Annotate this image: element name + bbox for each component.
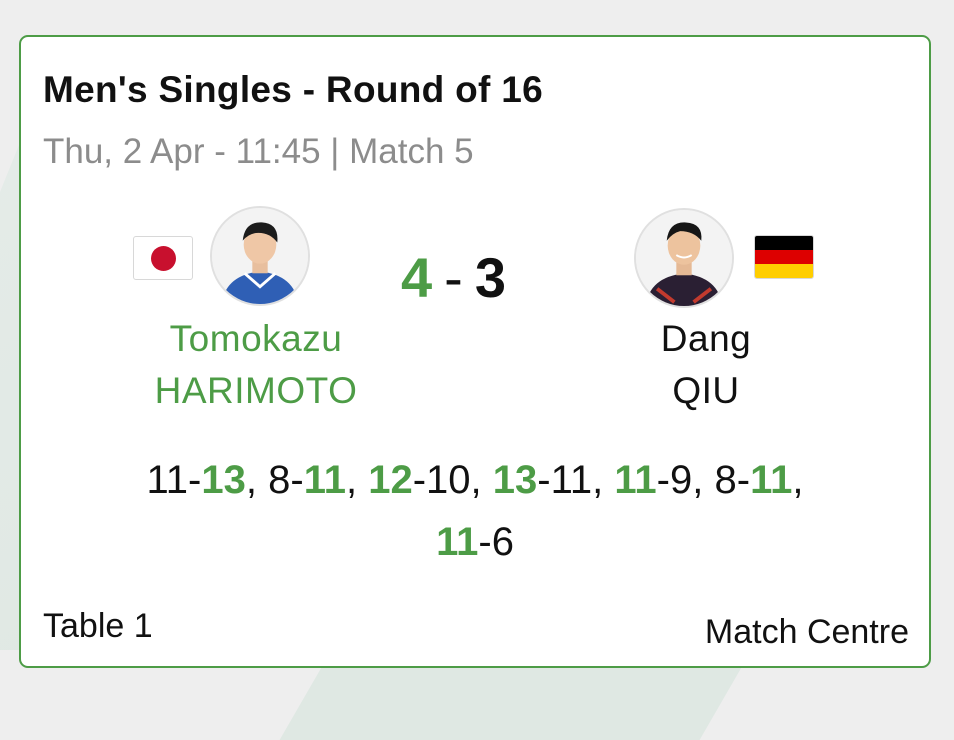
game-score: 11-13 bbox=[146, 458, 246, 502]
game-score-right: 10 bbox=[426, 458, 471, 502]
game-score-right: 6 bbox=[491, 520, 514, 564]
game-score-right: 9 bbox=[670, 458, 693, 502]
game-score-right: 13 bbox=[201, 458, 246, 502]
germany-flag-icon bbox=[754, 235, 814, 279]
game-score: 11-6 bbox=[436, 520, 514, 564]
game-score-left: 13 bbox=[492, 458, 538, 502]
score-separator: - bbox=[444, 246, 463, 309]
japan-flag-icon bbox=[133, 236, 193, 280]
match-card[interactable]: Men's Singles - Round of 16 Thu, 2 Apr -… bbox=[19, 35, 931, 668]
game-score-right: 11 bbox=[550, 458, 593, 502]
game-score-right: 11 bbox=[750, 458, 793, 502]
game-scores-line: 11-13, 8-11, 12-10, 13-11, 11-9, 8-11, bbox=[146, 458, 804, 502]
event-title: Men's Singles - Round of 16 bbox=[43, 69, 543, 110]
player-right-first-name: Dang bbox=[660, 318, 752, 359]
game-scores: 11-13, 8-11, 12-10, 13-11, 11-9, 8-11, 1… bbox=[21, 449, 929, 573]
match-score: 4-3 bbox=[401, 245, 561, 310]
game-score: 8-11 bbox=[268, 458, 346, 502]
score-right: 3 bbox=[474, 246, 506, 309]
player-left-first-name: Tomokazu bbox=[169, 318, 343, 359]
game-score-left: 8 bbox=[714, 458, 737, 502]
player-left-avatar bbox=[210, 206, 310, 306]
game-score: 11-9 bbox=[614, 458, 693, 502]
player-left-name[interactable]: Tomokazu HARIMOTO bbox=[131, 313, 381, 417]
player-right-avatar bbox=[634, 208, 734, 308]
player-left-last-name: HARIMOTO bbox=[154, 370, 358, 411]
game-score: 13-11 bbox=[492, 458, 593, 502]
game-score-left: 11 bbox=[146, 458, 189, 502]
game-scores-line: 11-6 bbox=[21, 511, 929, 573]
game-score-left: 12 bbox=[368, 458, 413, 502]
game-score: 12-10 bbox=[368, 458, 471, 502]
player-right-last-name: QIU bbox=[672, 370, 740, 411]
score-left: 4 bbox=[401, 246, 433, 309]
game-score: 8-11 bbox=[714, 458, 793, 502]
match-datetime: Thu, 2 Apr - 11:45 | Match 5 bbox=[43, 132, 474, 171]
game-score-left: 11 bbox=[614, 458, 657, 502]
match-centre-link[interactable]: Match Centre bbox=[705, 613, 909, 652]
game-score-left: 8 bbox=[268, 458, 291, 502]
game-score-left: 11 bbox=[436, 520, 479, 564]
table-label: Table 1 bbox=[43, 607, 153, 645]
player-right-name[interactable]: Dang QIU bbox=[581, 313, 831, 417]
game-score-right: 11 bbox=[303, 458, 346, 502]
